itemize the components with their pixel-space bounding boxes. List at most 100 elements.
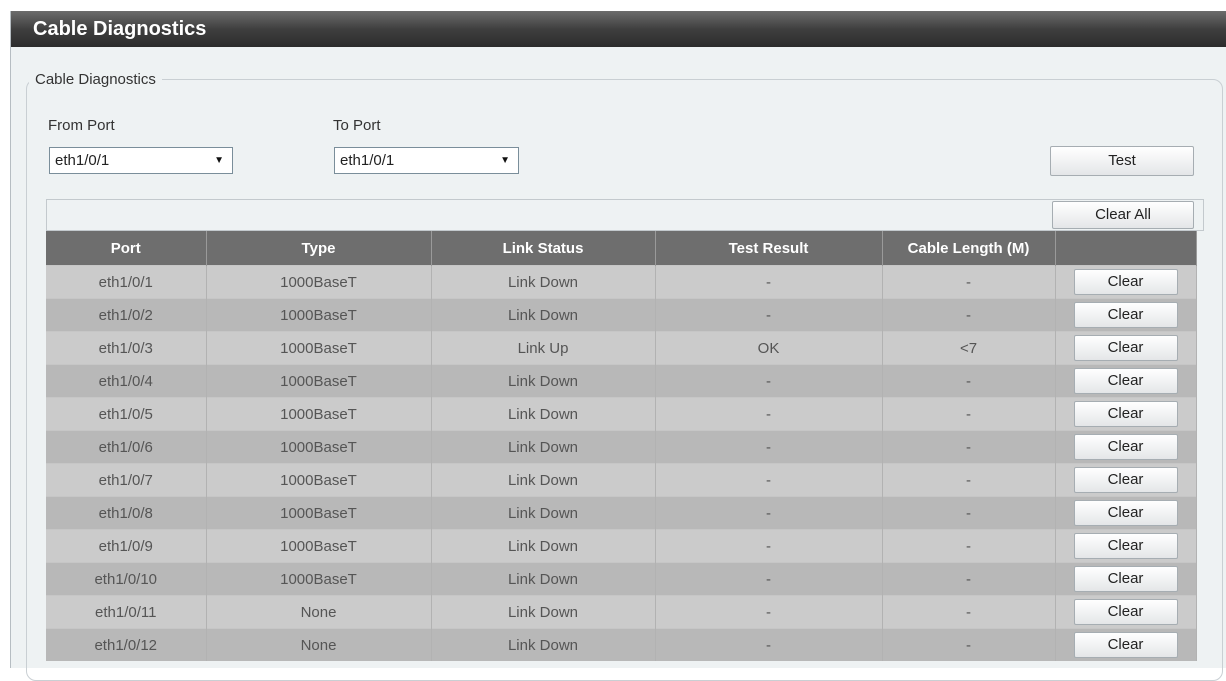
cell-port: eth1/0/2 bbox=[46, 298, 207, 332]
cell-type: 1000BaseT bbox=[206, 265, 432, 299]
cell-type: 1000BaseT bbox=[206, 496, 432, 530]
cell-port: eth1/0/10 bbox=[46, 562, 207, 596]
cell-cable-length: - bbox=[882, 265, 1056, 299]
clear-button[interactable]: Clear bbox=[1073, 467, 1178, 493]
cell-action: Clear bbox=[1055, 529, 1197, 563]
cell-link-status: Link Down bbox=[431, 397, 656, 431]
clear-button[interactable]: Clear bbox=[1073, 434, 1178, 460]
cell-action: Clear bbox=[1055, 364, 1197, 398]
cell-port: eth1/0/3 bbox=[46, 331, 207, 365]
cell-test-result: - bbox=[655, 529, 883, 563]
clear-button[interactable]: Clear bbox=[1073, 368, 1178, 394]
table-row: eth1/0/2 1000BaseT Link Down - - Clear bbox=[46, 298, 1197, 332]
cell-port: eth1/0/6 bbox=[46, 430, 207, 464]
cell-port: eth1/0/5 bbox=[46, 397, 207, 431]
cell-action: Clear bbox=[1055, 496, 1197, 530]
cell-port: eth1/0/11 bbox=[46, 595, 207, 629]
cell-test-result: - bbox=[655, 628, 883, 661]
test-button[interactable]: Test bbox=[1050, 146, 1194, 176]
clear-button[interactable]: Clear bbox=[1073, 302, 1178, 328]
table-row: eth1/0/11 None Link Down - - Clear bbox=[46, 595, 1197, 629]
table-row: eth1/0/4 1000BaseT Link Down - - Clear bbox=[46, 364, 1197, 398]
cell-type: 1000BaseT bbox=[206, 397, 432, 431]
cell-action: Clear bbox=[1055, 430, 1197, 464]
cell-cable-length: - bbox=[882, 364, 1056, 398]
cell-type: 1000BaseT bbox=[206, 331, 432, 365]
table-toolbar bbox=[46, 199, 1204, 231]
cell-type: 1000BaseT bbox=[206, 298, 432, 332]
col-header-test-result: Test Result bbox=[655, 231, 883, 266]
group-legend: Cable Diagnostics bbox=[35, 71, 156, 88]
cell-type: 1000BaseT bbox=[206, 364, 432, 398]
cell-link-status: Link Up bbox=[431, 331, 656, 365]
cell-cable-length: - bbox=[882, 595, 1056, 629]
cell-cable-length: - bbox=[882, 298, 1056, 332]
cell-type: None bbox=[206, 628, 432, 661]
clear-button[interactable]: Clear bbox=[1073, 632, 1178, 658]
col-header-action bbox=[1055, 231, 1197, 266]
cell-cable-length: - bbox=[882, 628, 1056, 661]
window-title: Cable Diagnostics bbox=[11, 11, 1226, 47]
cell-port: eth1/0/8 bbox=[46, 496, 207, 530]
cell-link-status: Link Down bbox=[431, 298, 656, 332]
clear-all-button[interactable]: Clear All bbox=[1052, 201, 1194, 229]
cell-cable-length: - bbox=[882, 529, 1056, 563]
cell-link-status: Link Down bbox=[431, 430, 656, 464]
table-row: eth1/0/7 1000BaseT Link Down - - Clear bbox=[46, 463, 1197, 497]
cell-link-status: Link Down bbox=[431, 265, 656, 299]
cell-type: None bbox=[206, 595, 432, 629]
table-row: eth1/0/9 1000BaseT Link Down - - Clear bbox=[46, 529, 1197, 563]
col-header-port: Port bbox=[46, 231, 207, 266]
cell-link-status: Link Down bbox=[431, 463, 656, 497]
cell-action: Clear bbox=[1055, 331, 1197, 365]
table-row: eth1/0/10 1000BaseT Link Down - - Clear bbox=[46, 562, 1197, 596]
cell-link-status: Link Down bbox=[431, 529, 656, 563]
cell-cable-length: - bbox=[882, 562, 1056, 596]
clear-button[interactable]: Clear bbox=[1073, 401, 1178, 427]
cell-cable-length: - bbox=[882, 496, 1056, 530]
cell-cable-length: <7 bbox=[882, 331, 1056, 365]
cell-test-result: - bbox=[655, 562, 883, 596]
clear-button[interactable]: Clear bbox=[1073, 566, 1178, 592]
to-port-value: eth1/0/1 bbox=[340, 152, 395, 169]
cell-test-result: - bbox=[655, 595, 883, 629]
cell-test-result: - bbox=[655, 364, 883, 398]
cell-port: eth1/0/4 bbox=[46, 364, 207, 398]
cell-port: eth1/0/7 bbox=[46, 463, 207, 497]
cell-action: Clear bbox=[1055, 265, 1197, 299]
cell-type: 1000BaseT bbox=[206, 463, 432, 497]
cell-action: Clear bbox=[1055, 298, 1197, 332]
cell-port: eth1/0/1 bbox=[46, 265, 207, 299]
cell-port: eth1/0/12 bbox=[46, 628, 207, 661]
cell-link-status: Link Down bbox=[431, 496, 656, 530]
to-port-select[interactable]: eth1/0/1 ▼ bbox=[334, 147, 519, 174]
cell-test-result: - bbox=[655, 265, 883, 299]
col-header-cable-length: Cable Length (M) bbox=[882, 231, 1056, 266]
clear-button[interactable]: Clear bbox=[1073, 500, 1178, 526]
clear-button[interactable]: Clear bbox=[1073, 599, 1178, 625]
cell-type: 1000BaseT bbox=[206, 562, 432, 596]
cell-action: Clear bbox=[1055, 463, 1197, 497]
from-port-select[interactable]: eth1/0/1 ▼ bbox=[49, 147, 233, 174]
clear-button[interactable]: Clear bbox=[1073, 269, 1178, 295]
cell-test-result: - bbox=[655, 430, 883, 464]
from-port-label: From Port bbox=[48, 117, 115, 134]
cell-test-result: - bbox=[655, 463, 883, 497]
cell-test-result: OK bbox=[655, 331, 883, 365]
cable-diagnostics-table: Port Type Link Status Test Result Cable … bbox=[46, 231, 1197, 661]
table-row: eth1/0/6 1000BaseT Link Down - - Clear bbox=[46, 430, 1197, 464]
table-row: eth1/0/3 1000BaseT Link Up OK <7 Clear bbox=[46, 331, 1197, 365]
table-row: eth1/0/5 1000BaseT Link Down - - Clear bbox=[46, 397, 1197, 431]
cell-action: Clear bbox=[1055, 595, 1197, 629]
cell-cable-length: - bbox=[882, 397, 1056, 431]
clear-button[interactable]: Clear bbox=[1073, 533, 1178, 559]
clear-button[interactable]: Clear bbox=[1073, 335, 1178, 361]
col-header-type: Type bbox=[206, 231, 432, 266]
cell-link-status: Link Down bbox=[431, 364, 656, 398]
cell-link-status: Link Down bbox=[431, 628, 656, 661]
table-row: eth1/0/8 1000BaseT Link Down - - Clear bbox=[46, 496, 1197, 530]
cell-test-result: - bbox=[655, 298, 883, 332]
table-row: eth1/0/1 1000BaseT Link Down - - Clear bbox=[46, 265, 1197, 299]
cell-test-result: - bbox=[655, 397, 883, 431]
from-port-value: eth1/0/1 bbox=[55, 152, 110, 169]
